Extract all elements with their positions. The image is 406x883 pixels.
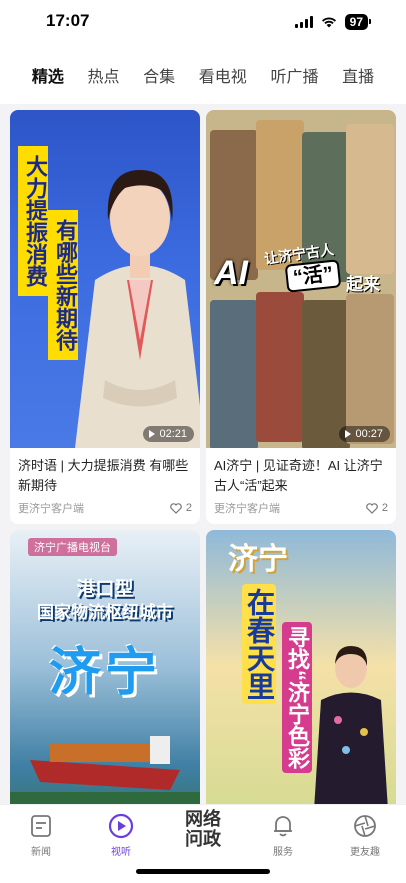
tab-featured[interactable]: 精选: [32, 63, 64, 87]
like-button[interactable]: 2: [366, 502, 388, 514]
wifi-icon: [321, 16, 337, 28]
nav-video[interactable]: 视听: [86, 811, 156, 858]
video-thumbnail[interactable]: AI 让济宁古人 “活” 起来 00:27: [206, 110, 396, 448]
video-feed[interactable]: 大力提振消费 有哪些新期待 02:21 济时语 | 大力提振消费 有哪些新期待 …: [0, 104, 406, 804]
tab-hot[interactable]: 热点: [87, 63, 119, 87]
source-label: 更济宁客户端: [214, 503, 280, 515]
video-thumbnail[interactable]: 大力提振消费 有哪些新期待 02:21: [10, 110, 200, 448]
thumb-headline: 济宁: [48, 644, 161, 702]
video-title[interactable]: AI济宁 | 见证奇迹！AI 让济宁古人“活”起来: [206, 448, 396, 496]
heart-icon: [170, 502, 182, 514]
video-duration: 00:27: [339, 426, 390, 442]
ancient-figure: [346, 294, 394, 444]
status-icons: 97: [294, 14, 372, 30]
play-icon: [149, 430, 156, 438]
ancient-figure: [256, 292, 304, 442]
card-meta: 更济宁客户端 2: [10, 496, 200, 524]
news-anchor-illustration: [75, 170, 200, 448]
heart-icon: [366, 502, 378, 514]
video-card-2[interactable]: AI 让济宁古人 “活” 起来 00:27 AI济宁 | 见证奇迹！AI 让济宁…: [206, 110, 396, 524]
presenter-illustration: [314, 646, 388, 804]
cargo-ship-illustration: [10, 736, 200, 804]
signal-icon: [294, 16, 313, 28]
thumb-city-name: 济宁: [228, 543, 288, 576]
status-time: 17:07: [46, 11, 90, 30]
ai-headline: AI 让济宁古人 “活” 起来: [214, 241, 380, 294]
battery-icon: 97: [344, 14, 372, 30]
video-play-icon: [108, 813, 134, 839]
bell-icon: [274, 816, 292, 837]
card-meta: 更济宁客户端 2: [206, 496, 396, 524]
category-tabs: 精选 热点 合集 看电视 听广播 直播: [0, 46, 406, 104]
news-icon: [31, 815, 51, 837]
tab-live[interactable]: 直播: [342, 63, 374, 87]
video-duration: 02:21: [143, 426, 194, 442]
nav-news[interactable]: 新闻: [6, 811, 76, 858]
source-label: 更济宁客户端: [18, 503, 84, 515]
video-card-3[interactable]: 济宁广播电视台 港口型 国家物流枢纽城市 济宁: [10, 530, 200, 804]
status-bar: 17:07 97: [0, 0, 406, 46]
home-indicator: [136, 869, 270, 874]
thumb-headline-1: 在春天里: [242, 584, 276, 704]
nav-online-inquiry[interactable]: 网络 问政: [168, 809, 238, 849]
tab-radio[interactable]: 听广播: [270, 63, 318, 87]
video-thumbnail[interactable]: 济宁广播电视台 港口型 国家物流枢纽城市 济宁: [10, 530, 200, 804]
tv-station-logo: 济宁广播电视台: [28, 538, 117, 556]
thumb-subtitle: 国家物流枢纽城市: [37, 603, 173, 622]
video-card-1[interactable]: 大力提振消费 有哪些新期待 02:21 济时语 | 大力提振消费 有哪些新期待 …: [10, 110, 200, 524]
video-title[interactable]: 济时语 | 大力提振消费 有哪些新期待: [10, 448, 200, 496]
like-button[interactable]: 2: [170, 502, 192, 514]
thumb-headline-2: 有哪些新期待: [48, 210, 78, 360]
video-thumbnail[interactable]: 济宁 在春天里 寻找“济宁色彩: [206, 530, 396, 804]
aperture-icon: [354, 815, 376, 837]
video-card-4[interactable]: 济宁 在春天里 寻找“济宁色彩: [206, 530, 396, 804]
tab-collections[interactable]: 合集: [143, 63, 175, 87]
play-icon: [345, 430, 352, 438]
nav-service[interactable]: 服务: [248, 811, 318, 858]
tab-tv[interactable]: 看电视: [199, 63, 247, 87]
thumb-headline-1: 大力提振消费: [18, 146, 48, 296]
thumb-subtitle: 港口型: [76, 579, 134, 600]
ancient-figure: [210, 300, 258, 448]
nav-fun[interactable]: 更友趣: [330, 811, 400, 858]
